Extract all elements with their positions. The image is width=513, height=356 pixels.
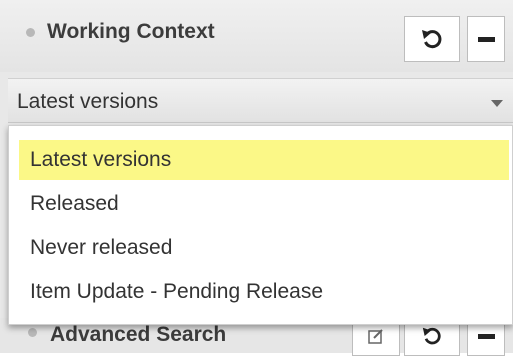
option-latest-versions[interactable]: Latest versions [19,140,509,180]
advanced-search-title: Advanced Search [50,323,227,346]
working-context-select[interactable]: Latest versions [8,78,513,123]
option-item-update-pending-release[interactable]: Item Update - Pending Release [19,272,509,312]
bullet-icon [26,28,35,37]
selected-value: Latest versions [17,90,159,113]
minimize-icon [477,36,495,42]
edit-icon [368,329,383,344]
option-released[interactable]: Released [19,184,509,224]
refresh-icon [422,327,441,345]
working-context-panel: Working Context Advanced Search Latest v… [0,0,513,356]
bullet-icon [28,328,37,337]
refresh-icon [422,30,442,49]
minimize-icon [477,333,495,339]
working-context-dropdown: Latest versions Released Never released … [8,125,513,325]
option-never-released[interactable]: Never released [19,228,509,268]
refresh-button[interactable] [404,16,460,62]
working-context-header: Working Context [0,0,513,72]
minimize-button[interactable] [467,16,505,62]
chevron-down-icon[interactable] [491,100,503,107]
working-context-title: Working Context [47,20,215,43]
